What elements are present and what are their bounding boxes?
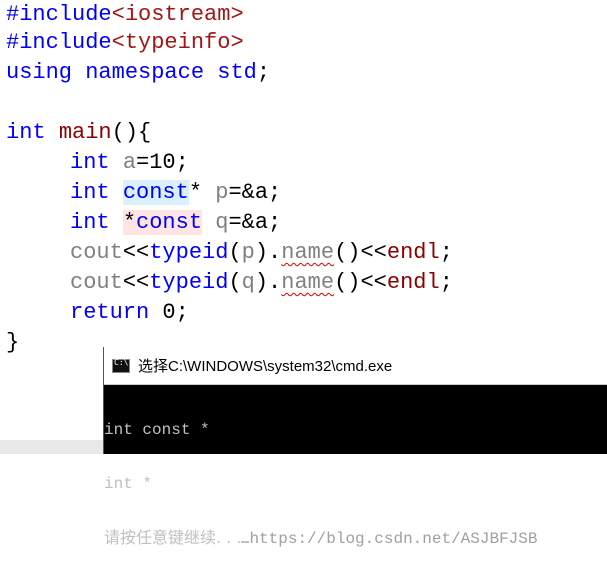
variable-name: q — [215, 210, 229, 235]
endl-manipulator: endl — [386, 270, 440, 295]
code-line-using-namespace: using namespace std; — [6, 58, 270, 88]
punctuation: } — [6, 330, 20, 355]
preprocessor-directive: #include — [6, 30, 112, 55]
punctuation: =&a; — [228, 180, 282, 205]
method-name-squiggle: name — [281, 270, 335, 295]
keyword: int — [70, 150, 110, 175]
operator: << — [360, 270, 387, 295]
namespace-name: std — [217, 60, 257, 85]
include-header: <iostream> — [111, 2, 244, 27]
punctuation: ; — [256, 60, 271, 85]
operator: << — [122, 240, 150, 265]
punctuation: ; — [175, 300, 189, 325]
console-titlebar[interactable]: 选择C:\WINDOWS\system32\cmd.exe — [104, 347, 607, 385]
punctuation: ). — [254, 270, 282, 295]
keyword: using — [6, 60, 73, 85]
keyword: typeid — [149, 270, 229, 295]
console-output-line: int const * — [104, 421, 210, 439]
punctuation: ; — [439, 240, 453, 265]
console-cursor — [241, 541, 250, 543]
punctuation: ). — [254, 240, 282, 265]
watermark-text: https://blog.csdn.net/ASJBFJSB — [249, 530, 538, 548]
punctuation: () — [334, 270, 361, 295]
console-prompt-row: 请按任意键继续. . . https://blog.csdn.net/ASJBFJ… — [104, 528, 607, 549]
code-line-decl-p: int const* p=&a; — [6, 178, 281, 208]
code-line-cout-q: cout<<typeid(q).name()<<endl; — [6, 268, 453, 298]
keyword: int — [70, 180, 110, 205]
stream-object: cout — [70, 270, 123, 295]
code-line-decl-a: int a=10; — [6, 148, 189, 178]
keyword-const-highlighted: const — [136, 210, 203, 235]
operator: << — [360, 240, 387, 265]
punctuation: ; — [439, 270, 453, 295]
keyword: int — [70, 210, 110, 235]
variable-name: a — [122, 150, 137, 175]
console-prompt: 请按任意键继续. . . — [104, 528, 242, 547]
keyword-const-highlighted: const — [122, 180, 189, 205]
method-name-squiggle: name — [281, 240, 335, 265]
code-line-close-brace: } — [6, 328, 19, 358]
punctuation: ( — [228, 270, 242, 295]
function-name: main — [58, 120, 112, 145]
code-line-main-signature: int main(){ — [6, 118, 151, 148]
code-line-include-typeinfo: #include<typeinfo> — [6, 28, 244, 58]
number-literal: 0 — [162, 300, 176, 325]
code-line-include-iostream: #include<iostream> — [6, 0, 244, 30]
preprocessor-directive: #include — [6, 2, 112, 27]
punctuation: =10; — [136, 150, 189, 175]
keyword: typeid — [149, 240, 229, 265]
include-header: <typeinfo> — [111, 30, 244, 55]
keyword: int — [6, 120, 46, 145]
stream-object: cout — [70, 240, 123, 265]
cmd-window-icon — [112, 358, 130, 373]
code-line-decl-q: int *const q=&a; — [6, 208, 281, 238]
punctuation: () — [334, 240, 361, 265]
pointer-star: * — [188, 180, 203, 205]
punctuation: =&a; — [228, 210, 282, 235]
code-line-cout-p: cout<<typeid(p).name()<<endl; — [6, 238, 453, 268]
keyword: namespace — [85, 60, 205, 85]
punctuation: ( — [228, 240, 242, 265]
pointer-star: * — [122, 210, 137, 235]
keyword: return — [70, 300, 150, 325]
console-output-line: int * — [104, 475, 153, 493]
console-output: int const * int * 请按任意键继续. . . https://bl… — [104, 385, 607, 584]
operator: << — [122, 270, 150, 295]
endl-manipulator: endl — [386, 240, 440, 265]
variable-name: p — [241, 240, 255, 265]
punctuation: (){ — [111, 120, 152, 145]
variable-name: q — [241, 270, 255, 295]
console-title: 选择C:\WINDOWS\system32\cmd.exe — [138, 358, 393, 375]
cmd-console-window[interactable]: 选择C:\WINDOWS\system32\cmd.exe int const … — [103, 347, 607, 548]
variable-name: p — [215, 180, 229, 205]
code-line-return: return 0; — [6, 298, 189, 328]
